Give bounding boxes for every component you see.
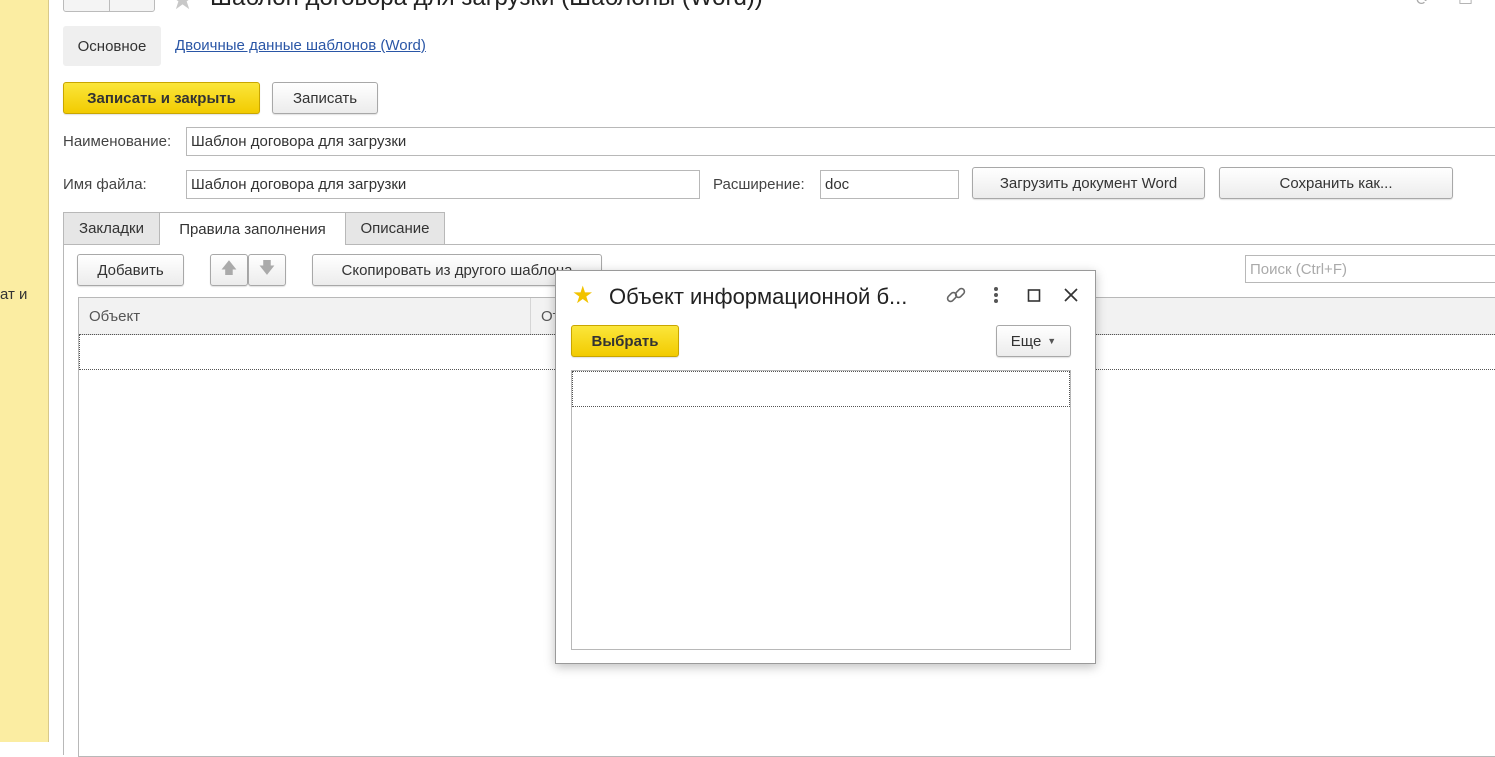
close-icon[interactable] [1063,284,1079,313]
move-down-button[interactable]: 🡇 [248,254,286,286]
link-icon[interactable] [945,284,967,313]
left-panel: ат и [0,0,49,742]
dialog-title: Объект информационной б... [609,284,908,309]
tab-bookmarks[interactable]: Закладки [63,212,160,244]
list-item[interactable] [572,371,1070,407]
add-button[interactable]: Добавить [77,254,184,286]
save-as-button[interactable]: Сохранить как... [1219,167,1453,199]
tab-description[interactable]: Описание [345,212,445,244]
filename-label: Имя файла: [63,176,147,193]
save-and-close-button[interactable]: Записать и закрыть [63,82,260,114]
form-tab-main[interactable]: Основное [63,26,161,66]
filename-input[interactable]: Шаблон договора для загрузки [186,170,700,199]
favorite-star-icon[interactable]: ★ [170,0,195,14]
save-button[interactable]: Записать [272,82,378,114]
arrow-down-icon: 🡇 [258,259,276,277]
dialog-list [571,370,1071,650]
forward-button[interactable]: → [126,0,140,1]
chevron-down-icon: ▼ [1047,336,1057,346]
extension-label: Расширение: [713,176,805,193]
tab-fill-rules[interactable]: Правила заполнения [159,212,346,245]
move-buttons: 🡅 🡇 [210,254,286,286]
arrow-up-icon: 🡅 [220,259,238,277]
name-label: Наименование: [63,133,172,150]
more-menu-icon[interactable] [992,284,1000,313]
refresh-icon[interactable]: ⟳ [1416,0,1429,10]
nav-buttons: ← → [63,0,155,12]
favorite-star-icon[interactable]: ★ [572,282,594,310]
column-object[interactable]: Объект [79,298,531,334]
name-input[interactable]: Шаблон договора для загрузки [186,127,1495,156]
choose-button[interactable]: Выбрать [571,325,679,357]
back-button[interactable]: ← [80,0,94,1]
load-word-button[interactable]: Загрузить документ Word [972,167,1205,199]
form-tab-binary-data[interactable]: Двоичные данные шаблонов (Word) [175,37,426,54]
object-selection-dialog: ★ Объект информационной б... Выбрать Еще… [555,270,1096,664]
search-input[interactable]: Поиск (Ctrl+F) [1245,255,1495,283]
extension-input[interactable]: doc [820,170,959,199]
maximize-icon[interactable] [1027,284,1041,313]
left-panel-text: ат и [0,286,28,303]
comment-icon[interactable]: ▭ [1458,0,1473,10]
more-button[interactable]: Еще ▼ [996,325,1071,357]
more-label: Еще [1010,332,1042,350]
move-up-button[interactable]: 🡅 [210,254,248,286]
form-title: Шаблон договора для загрузки (Шаблоны (W… [210,0,763,12]
